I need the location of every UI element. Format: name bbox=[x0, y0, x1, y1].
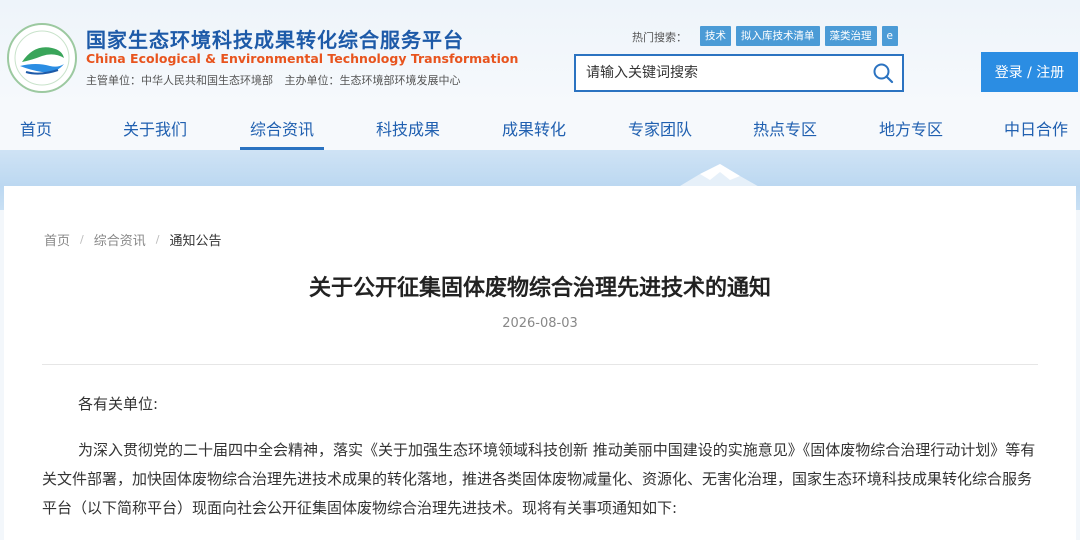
breadcrumb-home[interactable]: 首页 bbox=[44, 230, 70, 249]
hot-search-tags: 技术 拟入库技术清单 藻类治理 e bbox=[700, 26, 898, 46]
article-paragraph: 为深入贯彻党的二十届四中全会精神，落实《关于加强生态环境领域科技创新 推动美丽中… bbox=[42, 441, 1036, 517]
breadcrumb-separator-icon: / bbox=[155, 233, 160, 246]
nav-item-hot-topics[interactable]: 热点专区 bbox=[753, 116, 817, 140]
nav-item-about[interactable]: 关于我们 bbox=[123, 116, 187, 140]
hot-search-label: 热门搜索： bbox=[632, 31, 687, 44]
nav-item-china-japan[interactable]: 中日合作 bbox=[1004, 116, 1068, 140]
breadcrumb-separator-icon: / bbox=[80, 233, 84, 246]
supervisor-label: 主管单位：中华人民共和国生态环境部 bbox=[86, 74, 273, 87]
nav-item-home[interactable]: 首页 bbox=[20, 116, 52, 140]
platform-logo-icon[interactable] bbox=[6, 22, 78, 94]
breadcrumb: 首页 / 综合资讯 / 通知公告 bbox=[44, 230, 221, 249]
organizer-label: 主办单位：生态环境部环境发展中心 bbox=[284, 74, 461, 87]
nav-item-local[interactable]: 地方专区 bbox=[879, 116, 943, 140]
site-title[interactable]: 国家生态环境科技成果转化综合服务平台 bbox=[86, 24, 464, 53]
divider bbox=[42, 364, 1038, 365]
site-title-english: China Ecological & Environmental Technol… bbox=[86, 51, 519, 66]
article-date: 2026-08-03 bbox=[502, 316, 578, 331]
hot-tag-candidate-list[interactable]: 拟入库技术清单 bbox=[736, 26, 820, 46]
article-title: 关于公开征集固体废物综合治理先进技术的通知 bbox=[308, 276, 771, 301]
sponsor-info: 主管单位：中华人民共和国生态环境部 主办单位：生态环境部环境发展中心 bbox=[86, 72, 469, 88]
search-input[interactable] bbox=[586, 63, 856, 83]
nav-item-experts[interactable]: 专家团队 bbox=[628, 116, 692, 140]
hot-tag-technology[interactable]: 技术 bbox=[700, 26, 731, 46]
main-nav: 首页 关于我们 综合资讯 科技成果 成果转化 专家团队 热点专区 地方专区 中日… bbox=[0, 104, 1080, 150]
hot-tag-algae-control[interactable]: 藻类治理 bbox=[824, 26, 877, 46]
nav-item-achievements[interactable]: 科技成果 bbox=[376, 116, 440, 140]
breadcrumb-current[interactable]: 通知公告 bbox=[169, 230, 221, 249]
search-icon[interactable] bbox=[872, 62, 894, 84]
nav-item-news[interactable]: 综合资讯 bbox=[239, 116, 325, 150]
login-register-button[interactable]: 登录 / 注册 bbox=[981, 52, 1078, 92]
search-box bbox=[574, 54, 904, 92]
article-greeting: 各有关单位: bbox=[78, 395, 159, 413]
breadcrumb-news[interactable]: 综合资讯 bbox=[94, 230, 146, 249]
article-card: 首页 / 综合资讯 / 通知公告 关于公开征集固体废物综合治理先进技术的通知 2… bbox=[4, 186, 1076, 540]
hot-tag-e[interactable]: e bbox=[881, 26, 898, 46]
nav-item-transformation[interactable]: 成果转化 bbox=[502, 116, 566, 140]
site-header: 国家生态环境科技成果转化综合服务平台 China Ecological & En… bbox=[0, 0, 1080, 104]
